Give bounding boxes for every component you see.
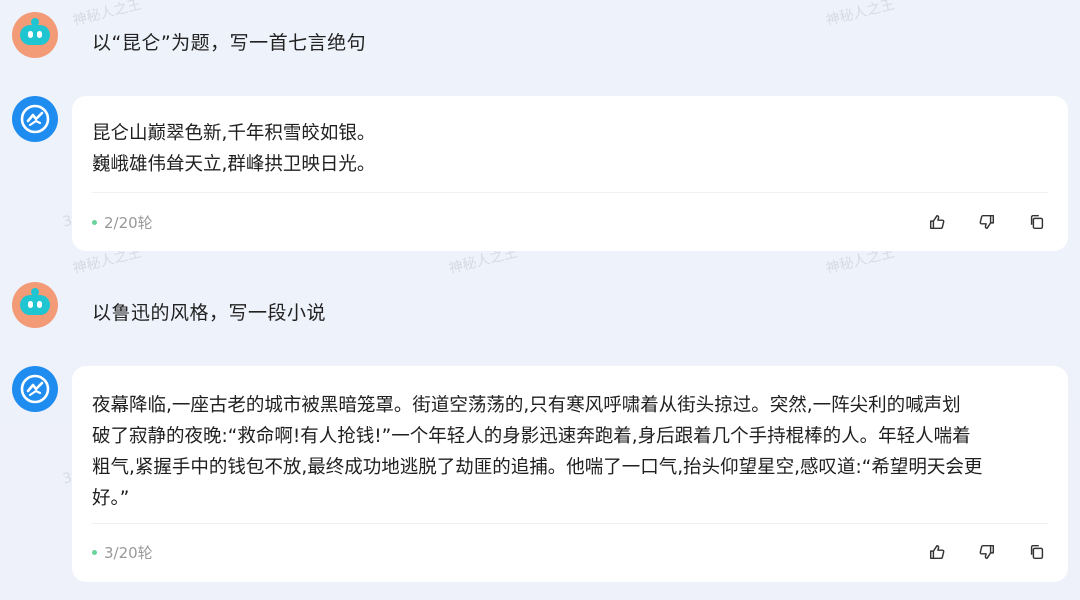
divider bbox=[92, 192, 1048, 193]
user-message: 以“昆仑”为题，写一首七言绝句 bbox=[92, 32, 367, 54]
copy-icon[interactable] bbox=[1026, 541, 1048, 563]
divider bbox=[92, 523, 1048, 524]
thumbs-up-icon[interactable] bbox=[926, 211, 948, 233]
message-line: 夜幕降临,一座古老的城市被黑暗笼罩。街道空荡荡的,只有寒风呼啸着从街头掠过。突然… bbox=[92, 395, 961, 416]
message-line: 好。” bbox=[92, 488, 130, 509]
message-line: 巍峨雄伟耸天立,群峰拱卫映日光。 bbox=[92, 154, 376, 175]
turn-counter: 2/20轮 bbox=[92, 212, 153, 233]
thumbs-down-icon[interactable] bbox=[976, 541, 998, 563]
bot-logo-icon bbox=[20, 374, 50, 404]
turn-counter-text: 3/20轮 bbox=[104, 543, 153, 562]
thumbs-down-icon[interactable] bbox=[976, 211, 998, 233]
message-line: 破了寂静的夜晚:“救命啊!有人抢钱!”一个年轻人的身影迅速奔跑着,身后跟着几个手… bbox=[92, 426, 971, 447]
message-line: 昆仑山巅翠色新,千年积雪皎如银。 bbox=[92, 123, 376, 144]
assistant-message-card: 昆仑山巅翠色新,千年积雪皎如银。 巍峨雄伟耸天立,群峰拱卫映日光。 2/20轮 bbox=[72, 96, 1068, 251]
assistant-message-text[interactable]: 昆仑山巅翠色新,千年积雪皎如银。 巍峨雄伟耸天立,群峰拱卫映日光。 bbox=[72, 96, 1068, 180]
status-dot bbox=[92, 219, 97, 225]
user-avatar bbox=[12, 282, 58, 328]
user-avatar bbox=[12, 12, 58, 58]
bot-avatar bbox=[12, 366, 58, 412]
assistant-message-text[interactable]: 夜幕降临,一座古老的城市被黑暗笼罩。街道空荡荡的,只有寒风呼啸着从街头掠过。突然… bbox=[72, 366, 1068, 514]
watermark: 神秘人之王 bbox=[71, 0, 144, 30]
turn-counter-text: 2/20轮 bbox=[104, 213, 153, 232]
turn-counter: 3/20轮 bbox=[92, 542, 153, 563]
status-dot bbox=[92, 549, 97, 555]
bot-logo-icon bbox=[20, 104, 50, 134]
assistant-message-card: 夜幕降临,一座古老的城市被黑暗笼罩。街道空荡荡的,只有寒风呼啸着从街头掠过。突然… bbox=[72, 366, 1068, 582]
message-footer: 2/20轮 bbox=[92, 210, 1048, 234]
message-footer: 3/20轮 bbox=[92, 540, 1048, 564]
copy-icon[interactable] bbox=[1026, 211, 1048, 233]
watermark: 神秘人之王 bbox=[824, 0, 897, 30]
user-message: 以鲁迅的风格，写一段小说 bbox=[92, 302, 327, 324]
bot-avatar bbox=[12, 96, 58, 142]
thumbs-up-icon[interactable] bbox=[926, 541, 948, 563]
message-line: 粗气,紧握手中的钱包不放,最终成功地逃脱了劫匪的追捕。他喘了一口气,抬头仰望星空… bbox=[92, 457, 983, 478]
